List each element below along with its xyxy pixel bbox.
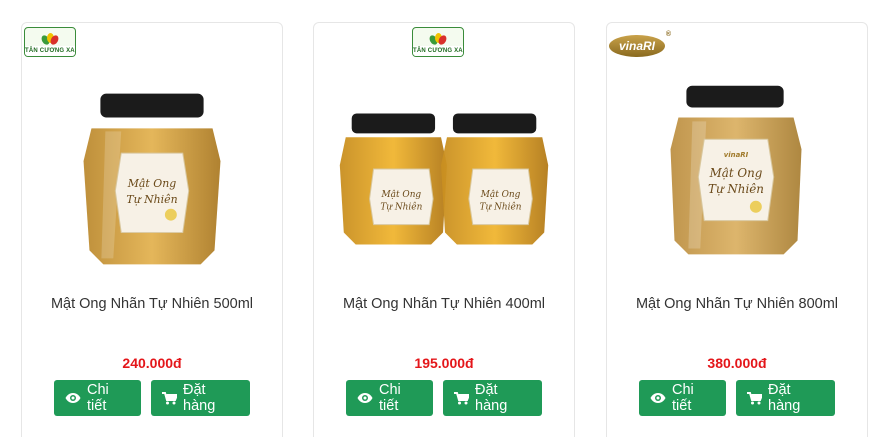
svg-text:Tự Nhiên: Tự Nhiên xyxy=(380,202,422,213)
product-name[interactable]: Mật Ong Nhãn Tự Nhiên 800ml xyxy=(607,295,867,313)
detail-button[interactable]: Chi tiết xyxy=(639,380,726,416)
svg-text:vinaRI: vinaRI xyxy=(724,151,749,159)
detail-button[interactable]: Chi tiết xyxy=(346,380,433,416)
order-label: Đặt hàng xyxy=(183,382,216,414)
svg-text:Mật Ong: Mật Ong xyxy=(709,166,763,180)
eye-icon xyxy=(650,392,666,404)
svg-text:Tự Nhiên: Tự Nhiên xyxy=(480,202,522,213)
svg-text:Mật Ong: Mật Ong xyxy=(127,177,176,190)
eye-icon xyxy=(357,392,373,404)
brand-logo: TÂN CƯƠNG XANH xyxy=(24,27,76,57)
order-button[interactable]: Đặt hàng xyxy=(443,380,542,416)
product-price: 380.000đ xyxy=(707,355,767,371)
product-image[interactable]: Mật Ong Tự Nhiên xyxy=(22,73,282,278)
svg-text:Mật Ong: Mật Ong xyxy=(480,189,521,200)
order-label: Đặt hàng xyxy=(475,382,508,414)
brand-logo: TÂN CƯƠNG XANH xyxy=(412,27,464,57)
product-name[interactable]: Mật Ong Nhãn Tự Nhiên 500ml xyxy=(22,295,282,313)
cart-icon xyxy=(454,391,469,405)
cart-icon xyxy=(747,391,762,405)
cart-icon xyxy=(162,391,177,405)
brand-logo: vinaRI ® xyxy=(609,31,671,57)
eye-icon xyxy=(65,392,81,404)
product-image[interactable]: vinaRI Mật Ong Tự Nhiên xyxy=(607,73,867,278)
svg-text:Mật Ong: Mật Ong xyxy=(381,189,422,200)
svg-text:Tự Nhiên: Tự Nhiên xyxy=(126,193,177,206)
detail-button[interactable]: Chi tiết xyxy=(54,380,141,416)
order-button[interactable]: Đặt hàng xyxy=(736,380,835,416)
product-card[interactable]: vinaRI ® vinaRI Mật Ong Tự Nhiên Mật Ong … xyxy=(606,22,868,437)
product-card[interactable]: TÂN CƯƠNG XANH Mật Ong Tự Nhiên Mật Ong … xyxy=(313,22,575,437)
detail-label: Chi tiết xyxy=(87,382,109,414)
product-price: 240.000đ xyxy=(122,355,182,371)
detail-label: Chi tiết xyxy=(379,382,401,414)
svg-text:Tự Nhiên: Tự Nhiên xyxy=(708,182,764,196)
detail-label: Chi tiết xyxy=(672,382,694,414)
product-name[interactable]: Mật Ong Nhãn Tự Nhiên 400ml xyxy=(314,295,574,313)
order-label: Đặt hàng xyxy=(768,382,801,414)
product-price: 195.000đ xyxy=(414,355,474,371)
product-image[interactable]: Mật Ong Tự Nhiên Mật Ong Tự Nhiên xyxy=(314,73,574,278)
product-card[interactable]: TÂN CƯƠNG XANH Mật Ong Tự Nhiên Mật Ong … xyxy=(21,22,283,437)
order-button[interactable]: Đặt hàng xyxy=(151,380,250,416)
